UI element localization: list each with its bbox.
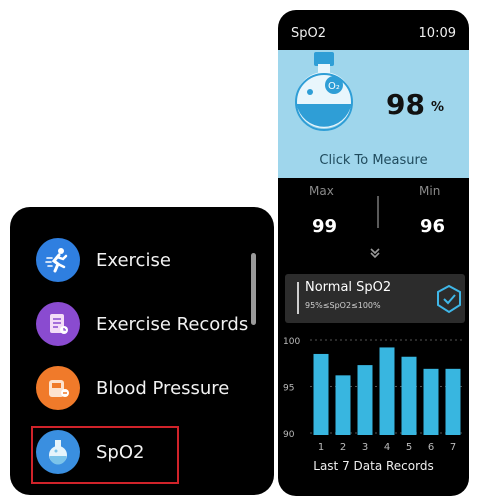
measure-button-label: Click To Measure <box>319 153 428 168</box>
bar <box>379 347 395 435</box>
bar <box>357 365 373 435</box>
menu-item-exercise[interactable]: Exercise <box>36 234 256 286</box>
x-tick-label: 1 <box>318 442 324 453</box>
screen-title: SpO2 <box>291 26 327 41</box>
x-tick-label: 4 <box>384 442 390 453</box>
bar <box>445 368 461 435</box>
bar <box>423 368 439 435</box>
status-title: Normal SpO2 <box>305 280 392 295</box>
menu-scrollbar[interactable] <box>251 253 256 325</box>
bar <box>335 375 351 435</box>
spo2-unit: % <box>431 100 445 115</box>
status-accent-bar <box>297 282 299 314</box>
chart-canvas: 100 95 90 1 2 3 4 5 6 7 <box>283 337 464 453</box>
menu-item-label: Exercise <box>96 249 171 271</box>
bar <box>313 353 329 435</box>
oxygen-flask-icon: O₂ <box>295 52 353 131</box>
status-range: 95%≤SpO2≤100% <box>305 301 381 310</box>
blood-pressure-icon <box>36 366 80 410</box>
clock-time: 10:09 <box>418 26 456 41</box>
shield-check-icon <box>437 284 461 314</box>
flask-label: O₂ <box>328 81 340 92</box>
stat-divider <box>377 196 379 228</box>
x-tick-label: 3 <box>362 442 368 453</box>
spo2-value: 98 <box>386 88 425 121</box>
status-bar: SpO2 10:09 <box>278 10 469 50</box>
x-tick-label: 7 <box>450 442 456 453</box>
menu-item-label: Exercise Records <box>96 313 249 335</box>
menu-item-label: Blood Pressure <box>96 377 230 399</box>
x-tick-label: 6 <box>428 442 434 453</box>
max-label: Max <box>309 184 334 198</box>
spo2-status-card: Normal SpO2 95%≤SpO2≤100% <box>285 274 465 323</box>
x-tick-label: 2 <box>340 442 346 453</box>
records-icon <box>36 302 80 346</box>
measure-card[interactable]: O₂ 98 % Click To Measure <box>278 50 469 178</box>
menu-item-blood-pressure[interactable]: Blood Pressure <box>36 362 256 414</box>
spo2-bar-chart: 100 95 90 1 2 3 4 5 6 7 Last 7 Data Records <box>278 328 469 496</box>
watch-spo2-screen: SpO2 10:09 O₂ 98 % Click To Measure Max … <box>278 10 469 496</box>
watch-menu-screen: Exercise Exercise Records Blood Pressure <box>10 207 274 495</box>
y-tick-label: 90 <box>283 430 295 440</box>
x-tick-label: 5 <box>406 442 412 453</box>
min-label: Min <box>419 184 441 198</box>
menu-item-exercise-records[interactable]: Exercise Records <box>36 298 256 350</box>
min-value: 96 <box>420 216 446 237</box>
y-tick-label: 100 <box>283 337 300 347</box>
chevron-down-icon[interactable] <box>368 246 382 260</box>
selection-highlight <box>31 426 179 484</box>
chart-title: Last 7 Data Records <box>313 459 434 473</box>
y-tick-label: 95 <box>283 384 294 394</box>
bar <box>401 356 417 435</box>
running-person-icon <box>36 238 80 282</box>
max-value: 99 <box>312 216 338 237</box>
